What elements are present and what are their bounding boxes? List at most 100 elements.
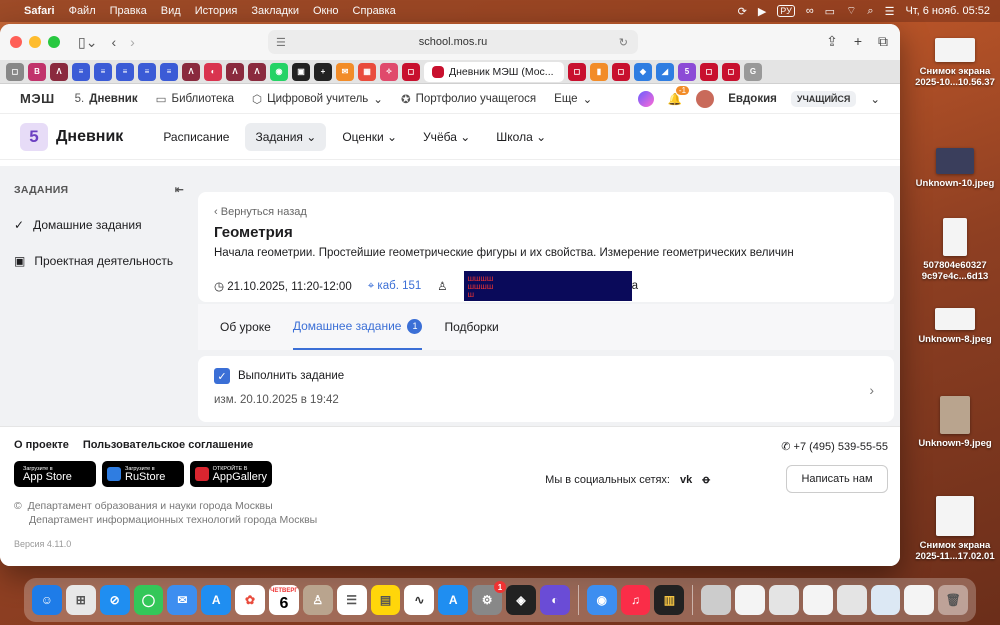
desktop-file[interactable]: Unknown-9.jpeg <box>910 396 1000 449</box>
footer-phone[interactable]: ✆ +7 (495) 539-55-55 <box>781 440 888 453</box>
pinned-tab[interactable]: ◻ <box>402 62 420 81</box>
task-checkbox[interactable]: ✓ <box>214 368 230 384</box>
pinned-tab[interactable]: ▣ <box>292 62 310 81</box>
lesson-room[interactable]: ⌖ каб. 151 <box>368 280 422 293</box>
tab-about-lesson[interactable]: Об уроке <box>220 304 271 350</box>
nav-library[interactable]: ▭ Библиотека <box>156 92 234 106</box>
desktop-file[interactable]: 507804e60327 9c97e4c...6d13 <box>910 218 1000 282</box>
nav-study[interactable]: Учёба ⌄ <box>413 123 480 151</box>
app-store-icon[interactable]: A <box>438 585 469 615</box>
pinned-tab[interactable]: ◻ <box>612 62 630 81</box>
mail-icon[interactable]: ✉ <box>167 585 198 615</box>
notification-bell-icon[interactable]: 🔔 -1 <box>668 85 690 106</box>
footer-agreement-link[interactable]: Пользовательское соглашение <box>83 439 253 451</box>
tab-collections[interactable]: Подборки <box>444 304 498 350</box>
desktop-file[interactable]: Снимок экрана 2025-10...10.56.37 <box>910 38 1000 88</box>
pinned-tab[interactable]: Λ <box>50 62 68 81</box>
sidebar-item-projects[interactable]: ▣ Проектная деятельность <box>14 254 184 268</box>
pinned-tab[interactable]: + <box>314 62 332 81</box>
nav-more[interactable]: Еще ⌄ <box>554 92 592 106</box>
nav-grades[interactable]: Оценки ⌄ <box>332 123 407 151</box>
write-us-button[interactable]: Написать нам <box>786 465 888 493</box>
menu-item-edit[interactable]: Правка <box>110 5 147 17</box>
tab-homework[interactable]: Домашнее задание 1 <box>292 304 423 350</box>
pinned-tab[interactable]: Λ <box>248 62 266 81</box>
pinned-tab[interactable]: ◆ <box>634 62 652 81</box>
pinned-tab[interactable]: 5 <box>678 62 696 81</box>
recent-file-icon[interactable] <box>701 585 732 615</box>
pinned-tab[interactable]: Λ <box>226 62 244 81</box>
desktop-file[interactable]: Unknown-10.jpeg <box>910 148 1000 189</box>
user-name[interactable]: Евдокия <box>728 93 777 105</box>
menu-item-help[interactable]: Справка <box>353 5 396 17</box>
back-arrow-icon[interactable]: ‹ <box>111 34 116 50</box>
sync-icon[interactable]: ⟳ <box>738 5 747 18</box>
pinned-tab[interactable]: ◉ <box>270 62 288 81</box>
pinned-tab[interactable]: ≡ <box>138 62 156 81</box>
screenshot-app-icon[interactable]: ◉ <box>586 585 617 615</box>
appgallery-badge[interactable]: ОТКРОЙТЕ В AppGallery <box>190 461 272 487</box>
trash-icon[interactable]: 🗑 <box>938 585 969 615</box>
music-icon[interactable]: ♫ <box>620 585 651 615</box>
pinned-tab[interactable]: ◻ <box>700 62 718 81</box>
desktop-file[interactable]: Снимок экрана 2025-11...17.02.01 <box>910 496 1000 562</box>
wifi-icon[interactable]: ⌔ <box>846 4 856 18</box>
reminders-icon[interactable]: ☰ <box>336 585 367 615</box>
nav-school[interactable]: Школа ⌄ <box>486 123 556 151</box>
menu-item-window[interactable]: Окно <box>313 5 339 17</box>
assistant-icon[interactable] <box>637 90 654 107</box>
page-settings-icon[interactable]: ☰ <box>276 36 286 49</box>
menu-clock[interactable]: Чт, 6 нояб. 05:52 <box>905 5 990 17</box>
menu-app-name[interactable]: Safari <box>24 5 55 17</box>
minimize-window-button[interactable] <box>29 36 41 48</box>
pinned-tab[interactable]: ▮ <box>590 62 608 81</box>
nav-portfolio[interactable]: ✪ Портфолио учащегося <box>401 92 536 106</box>
recent-file-icon[interactable] <box>735 585 766 615</box>
menu-item-file[interactable]: Файл <box>69 5 96 17</box>
footer-about-link[interactable]: О проекте <box>14 439 69 451</box>
pinned-tab[interactable]: Λ <box>182 62 200 81</box>
recent-file-icon[interactable] <box>836 585 867 615</box>
address-bar[interactable]: ☰ school.mos.ru ↻ <box>268 30 638 54</box>
pinned-tab[interactable]: ◢ <box>656 62 674 81</box>
link-icon[interactable]: ∞ <box>806 5 814 17</box>
app-store-badge[interactable]: Загрузите в App Store <box>14 461 96 487</box>
pinned-tab[interactable]: ≡ <box>94 62 112 81</box>
pinned-tab[interactable]: ≡ <box>160 62 178 81</box>
pinned-tab[interactable]: ✧ <box>380 62 398 81</box>
nav-assignments[interactable]: Задания ⌄ <box>245 122 327 151</box>
pinned-tab[interactable]: ≡ <box>72 62 90 81</box>
system-settings-icon[interactable]: ⚙ 1 <box>472 581 507 615</box>
odnoklassniki-icon[interactable]: ꝋ <box>702 473 710 486</box>
mesh-logo[interactable]: МЭШ <box>20 91 55 106</box>
pinned-tab[interactable]: B <box>28 62 46 81</box>
app-title[interactable]: Дневник <box>56 128 123 146</box>
search-icon[interactable]: ⌕ <box>867 5 873 18</box>
calendar-icon[interactable]: ЧЕТВЕРГ 6 <box>269 585 299 615</box>
menu-item-view[interactable]: Вид <box>161 5 181 17</box>
freeform-icon[interactable]: ∿ <box>404 585 435 615</box>
recent-file-icon[interactable] <box>769 585 799 615</box>
recent-file-icon[interactable] <box>870 585 901 615</box>
pinned-tab[interactable]: ◻ <box>6 62 24 81</box>
menu-item-history[interactable]: История <box>195 5 238 17</box>
control-center-icon[interactable]: ☰ <box>885 5 895 18</box>
zoom-window-button[interactable] <box>48 36 60 48</box>
diary-logo[interactable]: 5 <box>20 122 48 151</box>
finder-icon[interactable]: ☺ <box>32 585 62 615</box>
chevron-right-icon[interactable]: › <box>869 382 874 398</box>
reload-icon[interactable]: ↻ <box>619 36 628 49</box>
forward-arrow-icon[interactable]: › <box>130 34 135 50</box>
active-tab[interactable]: Дневник МЭШ (Мос... <box>424 61 564 82</box>
photos-icon[interactable]: ✿ <box>235 585 266 615</box>
notes-icon[interactable]: ▤ <box>370 585 401 615</box>
nav-digital-teacher[interactable]: ⬡ Цифровой учитель ⌄ <box>252 92 383 106</box>
chevron-down-icon[interactable]: ⌄ <box>870 92 880 106</box>
share-icon[interactable]: ⇪ <box>826 33 838 50</box>
back-link[interactable]: ‹ Вернуться назад <box>214 206 878 218</box>
homework-card[interactable]: ✓ Выполнить задание изм. 20.10.2025 в 19… <box>198 356 894 422</box>
numbers-icon[interactable]: ▥ <box>654 585 685 615</box>
messages-icon[interactable]: ◯ <box>133 585 164 615</box>
launchpad-icon[interactable]: ⊞ <box>65 585 96 615</box>
vk-icon[interactable]: vk <box>680 474 692 486</box>
